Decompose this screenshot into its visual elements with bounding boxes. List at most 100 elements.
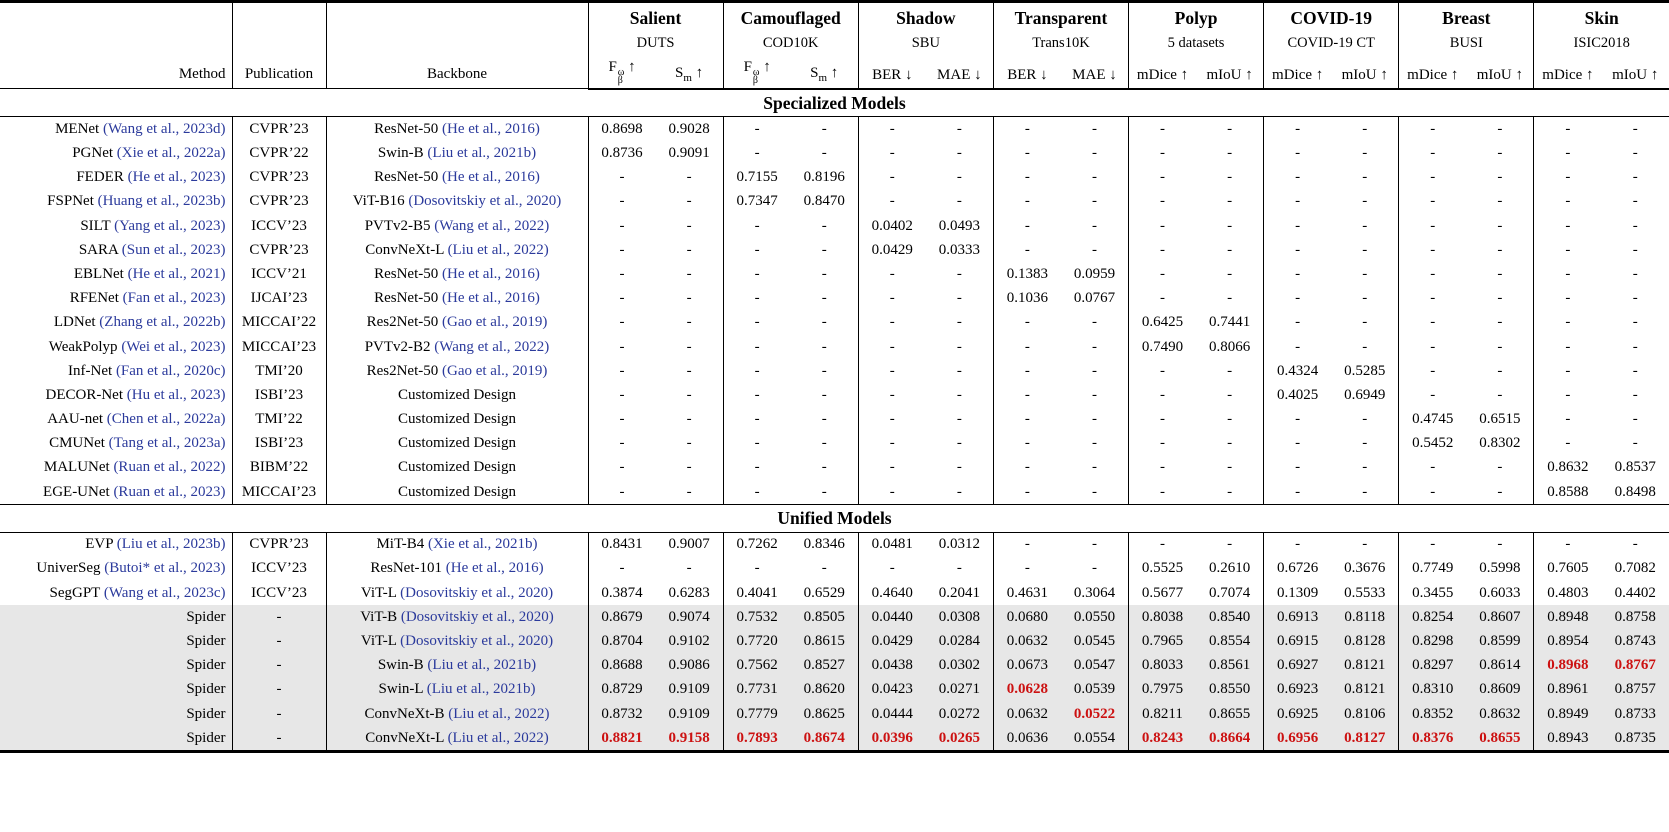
citation-link[interactable]: (Ruan et al., 2022) (110, 459, 225, 475)
value-cell: - (790, 556, 859, 582)
value-cell: 0.8498 (1614, 483, 1656, 500)
citation-link[interactable]: (Dosovitskiy et al., 2020) (396, 585, 553, 601)
table-row: MENet (Wang et al., 2023d) CVPR’23 ResNet-… (0, 116, 1669, 142)
value-cell: 0.0312 (925, 532, 994, 557)
citation-link[interactable]: (Liu et al., 2023b) (113, 536, 226, 552)
value-cell: 0.0493 (925, 214, 994, 239)
value-cell: 0.6949 (1331, 383, 1400, 408)
value-cell: - (1196, 116, 1265, 142)
citation-link[interactable]: (Liu et al., 2021b) (423, 681, 536, 697)
citation-link[interactable]: (Zhang et al., 2022b) (96, 314, 225, 330)
value-cell: 0.8033 (1128, 653, 1197, 678)
citation-link[interactable]: (Huang et al., 2023b) (94, 193, 226, 209)
value-cell: 0.1383 (1006, 265, 1049, 282)
publication-cell: - (232, 653, 327, 678)
citation-link[interactable]: (Wang et al., 2023d) (99, 121, 226, 137)
backbone-name: ConvNeXt-L (365, 729, 444, 746)
citation-link[interactable]: (Tang et al., 2023a) (105, 435, 226, 451)
citation-link[interactable]: (Wang et al., 2023c) (100, 585, 226, 601)
value-cell: - (754, 386, 760, 403)
value-cell: 0.6913 (1263, 605, 1332, 630)
citation-link[interactable]: (Liu et al., 2022) (444, 730, 549, 746)
citation-link[interactable]: (Wang et al., 2022) (431, 218, 549, 234)
citation-link[interactable]: (Dosovitskiy et al., 2020) (397, 609, 554, 625)
citation-link[interactable]: (He et al., 2016) (438, 169, 540, 185)
value-cell: - (1024, 560, 1030, 577)
citation-link[interactable]: (He et al., 2016) (438, 290, 540, 306)
value-cell: - (1060, 383, 1129, 408)
value-cell: - (1331, 431, 1400, 456)
citation-link[interactable]: (Yang et al., 2023) (110, 218, 225, 234)
citation-link[interactable]: (He et al., 2016) (438, 121, 540, 137)
citation-link[interactable]: (Xie et al., 2021b) (424, 536, 538, 552)
metric-symbol: mDice (1407, 67, 1448, 84)
value-cell: - (1196, 238, 1265, 263)
backbone-name: ConvNeXt-L (365, 241, 444, 258)
citation-link[interactable]: (Chen et al., 2022a) (103, 411, 226, 427)
citation-link[interactable]: (Dosovitskiy et al., 2020) (396, 633, 553, 649)
method-name: DECOR-Net (45, 386, 124, 403)
value-cell: - (1430, 459, 1436, 476)
value-cell: 0.8757 (1601, 677, 1669, 703)
citation-link[interactable]: (Fan et al., 2023) (119, 290, 226, 306)
value-cell: 0.8561 (1196, 653, 1265, 678)
value-cell: - (1565, 362, 1571, 379)
citation-link[interactable]: (Gao et al., 2019) (438, 363, 547, 379)
value-cell: - (1430, 386, 1436, 403)
citation-link[interactable]: (Xie et al., 2022a) (113, 145, 226, 161)
value-cell: - (1196, 359, 1265, 384)
citation-link[interactable]: (He et al., 2016) (438, 266, 540, 282)
citation-link[interactable]: (Butoi* et al., 2023) (101, 560, 225, 576)
citation-link[interactable]: (Dosovitskiy et al., 2020) (405, 193, 561, 209)
value-cell: - (1160, 265, 1166, 282)
value-cell: - (1466, 310, 1535, 336)
method-cell: EBLNet (He et al., 2021) (0, 262, 233, 287)
citation-link[interactable]: (Gao et al., 2019) (438, 314, 547, 330)
citation-link[interactable]: (Liu et al., 2022) (445, 706, 549, 722)
value-cell: - (889, 560, 895, 577)
metric-header: Fωβ ↑ (723, 55, 791, 90)
citation-link[interactable]: (He et al., 2021) (124, 266, 226, 282)
value-cell: - (790, 431, 859, 456)
citation-link[interactable]: (He et al., 2023) (124, 169, 226, 185)
publication-cell: CVPR’23 (232, 532, 327, 557)
value-cell: 0.7965 (1128, 629, 1197, 654)
value-cell: - (1024, 386, 1030, 403)
table-row: EVP (Liu et al., 2023b) CVPR’23 MiT-B4 (Xi… (0, 532, 1669, 557)
value-cell: 0.8655 (1196, 702, 1265, 727)
citation-link[interactable]: (Hu et al., 2023) (123, 387, 226, 403)
value-cell: - (889, 265, 895, 282)
citation-link[interactable]: (Sun et al., 2023) (118, 242, 226, 258)
value-cell: 0.7441 (1196, 310, 1265, 336)
value-cell: - (754, 560, 760, 577)
value-cell: 0.7562 (723, 653, 791, 678)
citation-link[interactable]: (Liu et al., 2021b) (424, 145, 536, 161)
value-cell: - (1565, 338, 1571, 355)
table-row: SegGPT (Wang et al., 2023c) ICCV’23 ViT-L … (0, 581, 1669, 606)
table-row: Spider - Swin-B (Liu et al., 2021b) 0.8688 0… (0, 653, 1669, 678)
table-row: Spider - ViT-L (Dosovitskiy et al., 2020) 0… (0, 629, 1669, 654)
value-cell: - (1196, 480, 1265, 505)
method-cell: DECOR-Net (Hu et al., 2023) (0, 383, 233, 408)
citation-link[interactable]: (He et al., 2016) (442, 560, 544, 576)
value-cell: - (925, 141, 994, 166)
citation-link[interactable]: (Ruan et al., 2023) (110, 484, 225, 500)
citation-link[interactable]: (Fan et al., 2020c) (112, 363, 226, 379)
value-cell: - (1430, 120, 1436, 137)
value-cell: - (1632, 241, 1638, 258)
citation-link[interactable]: (Liu et al., 2022) (444, 242, 549, 258)
method-name: CMUNet (49, 435, 105, 452)
value-cell: 0.8599 (1466, 629, 1535, 654)
citation-link[interactable]: (Wei et al., 2023) (118, 339, 225, 355)
method-name: EBLNet (73, 265, 124, 282)
value-cell: - (889, 314, 895, 331)
method-cell: AAU-net (Chen et al., 2022a) (0, 407, 233, 432)
value-cell: - (1196, 286, 1265, 311)
method-name: SILT (80, 217, 111, 234)
publication-cell: CVPR’22 (232, 141, 327, 166)
value-cell: 0.4745 (1412, 411, 1454, 428)
citation-link[interactable]: (Wang et al., 2022) (431, 339, 549, 355)
citation-link[interactable]: (Liu et al., 2021b) (424, 657, 536, 673)
value-cell: - (1466, 262, 1535, 287)
metric-symbol: BER (1007, 67, 1037, 84)
